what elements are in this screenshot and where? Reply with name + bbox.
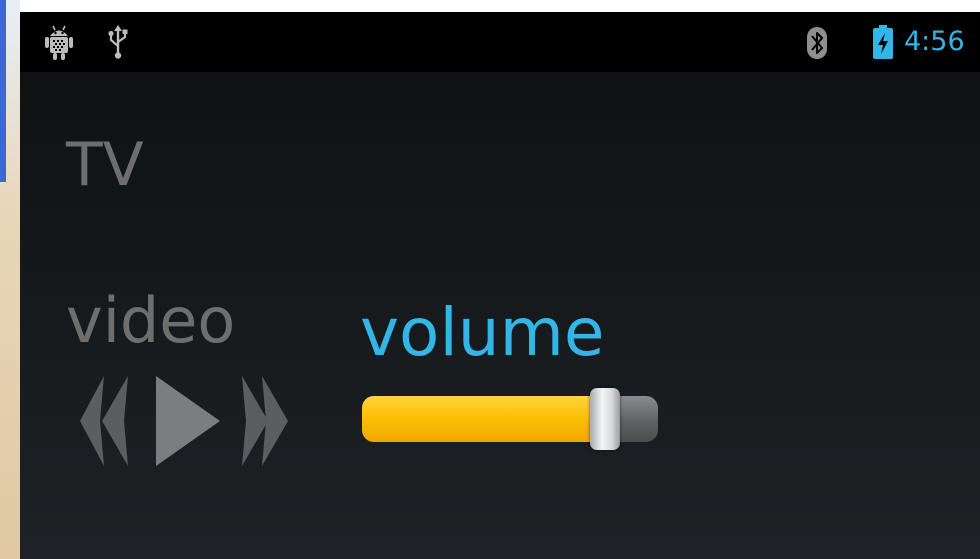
play-button[interactable] bbox=[156, 376, 220, 466]
volume-slider-fill bbox=[362, 396, 605, 442]
volume-slider-thumb[interactable] bbox=[589, 388, 620, 450]
status-clock: 4:56 bbox=[904, 26, 965, 57]
usb-icon bbox=[108, 25, 128, 59]
rewind-icon-inner bbox=[102, 376, 128, 466]
rewind-icon bbox=[80, 376, 104, 466]
window-edge-accent bbox=[0, 0, 6, 182]
volume-label: volume bbox=[360, 294, 605, 371]
fast-forward-button[interactable] bbox=[242, 376, 288, 466]
video-section-label: video bbox=[66, 284, 236, 357]
device-screen: 4:56 TV video volume bbox=[20, 12, 980, 559]
volume-slider[interactable] bbox=[360, 388, 660, 454]
android-debug-icon bbox=[45, 25, 73, 60]
window-edge bbox=[0, 0, 20, 559]
rewind-button[interactable] bbox=[80, 376, 128, 466]
app-title: TV bbox=[66, 130, 144, 200]
video-controls bbox=[80, 376, 288, 466]
bluetooth-icon bbox=[807, 27, 827, 59]
battery-charging-icon bbox=[873, 25, 893, 59]
status-bar: 4:56 bbox=[20, 12, 980, 72]
play-icon bbox=[156, 376, 220, 466]
